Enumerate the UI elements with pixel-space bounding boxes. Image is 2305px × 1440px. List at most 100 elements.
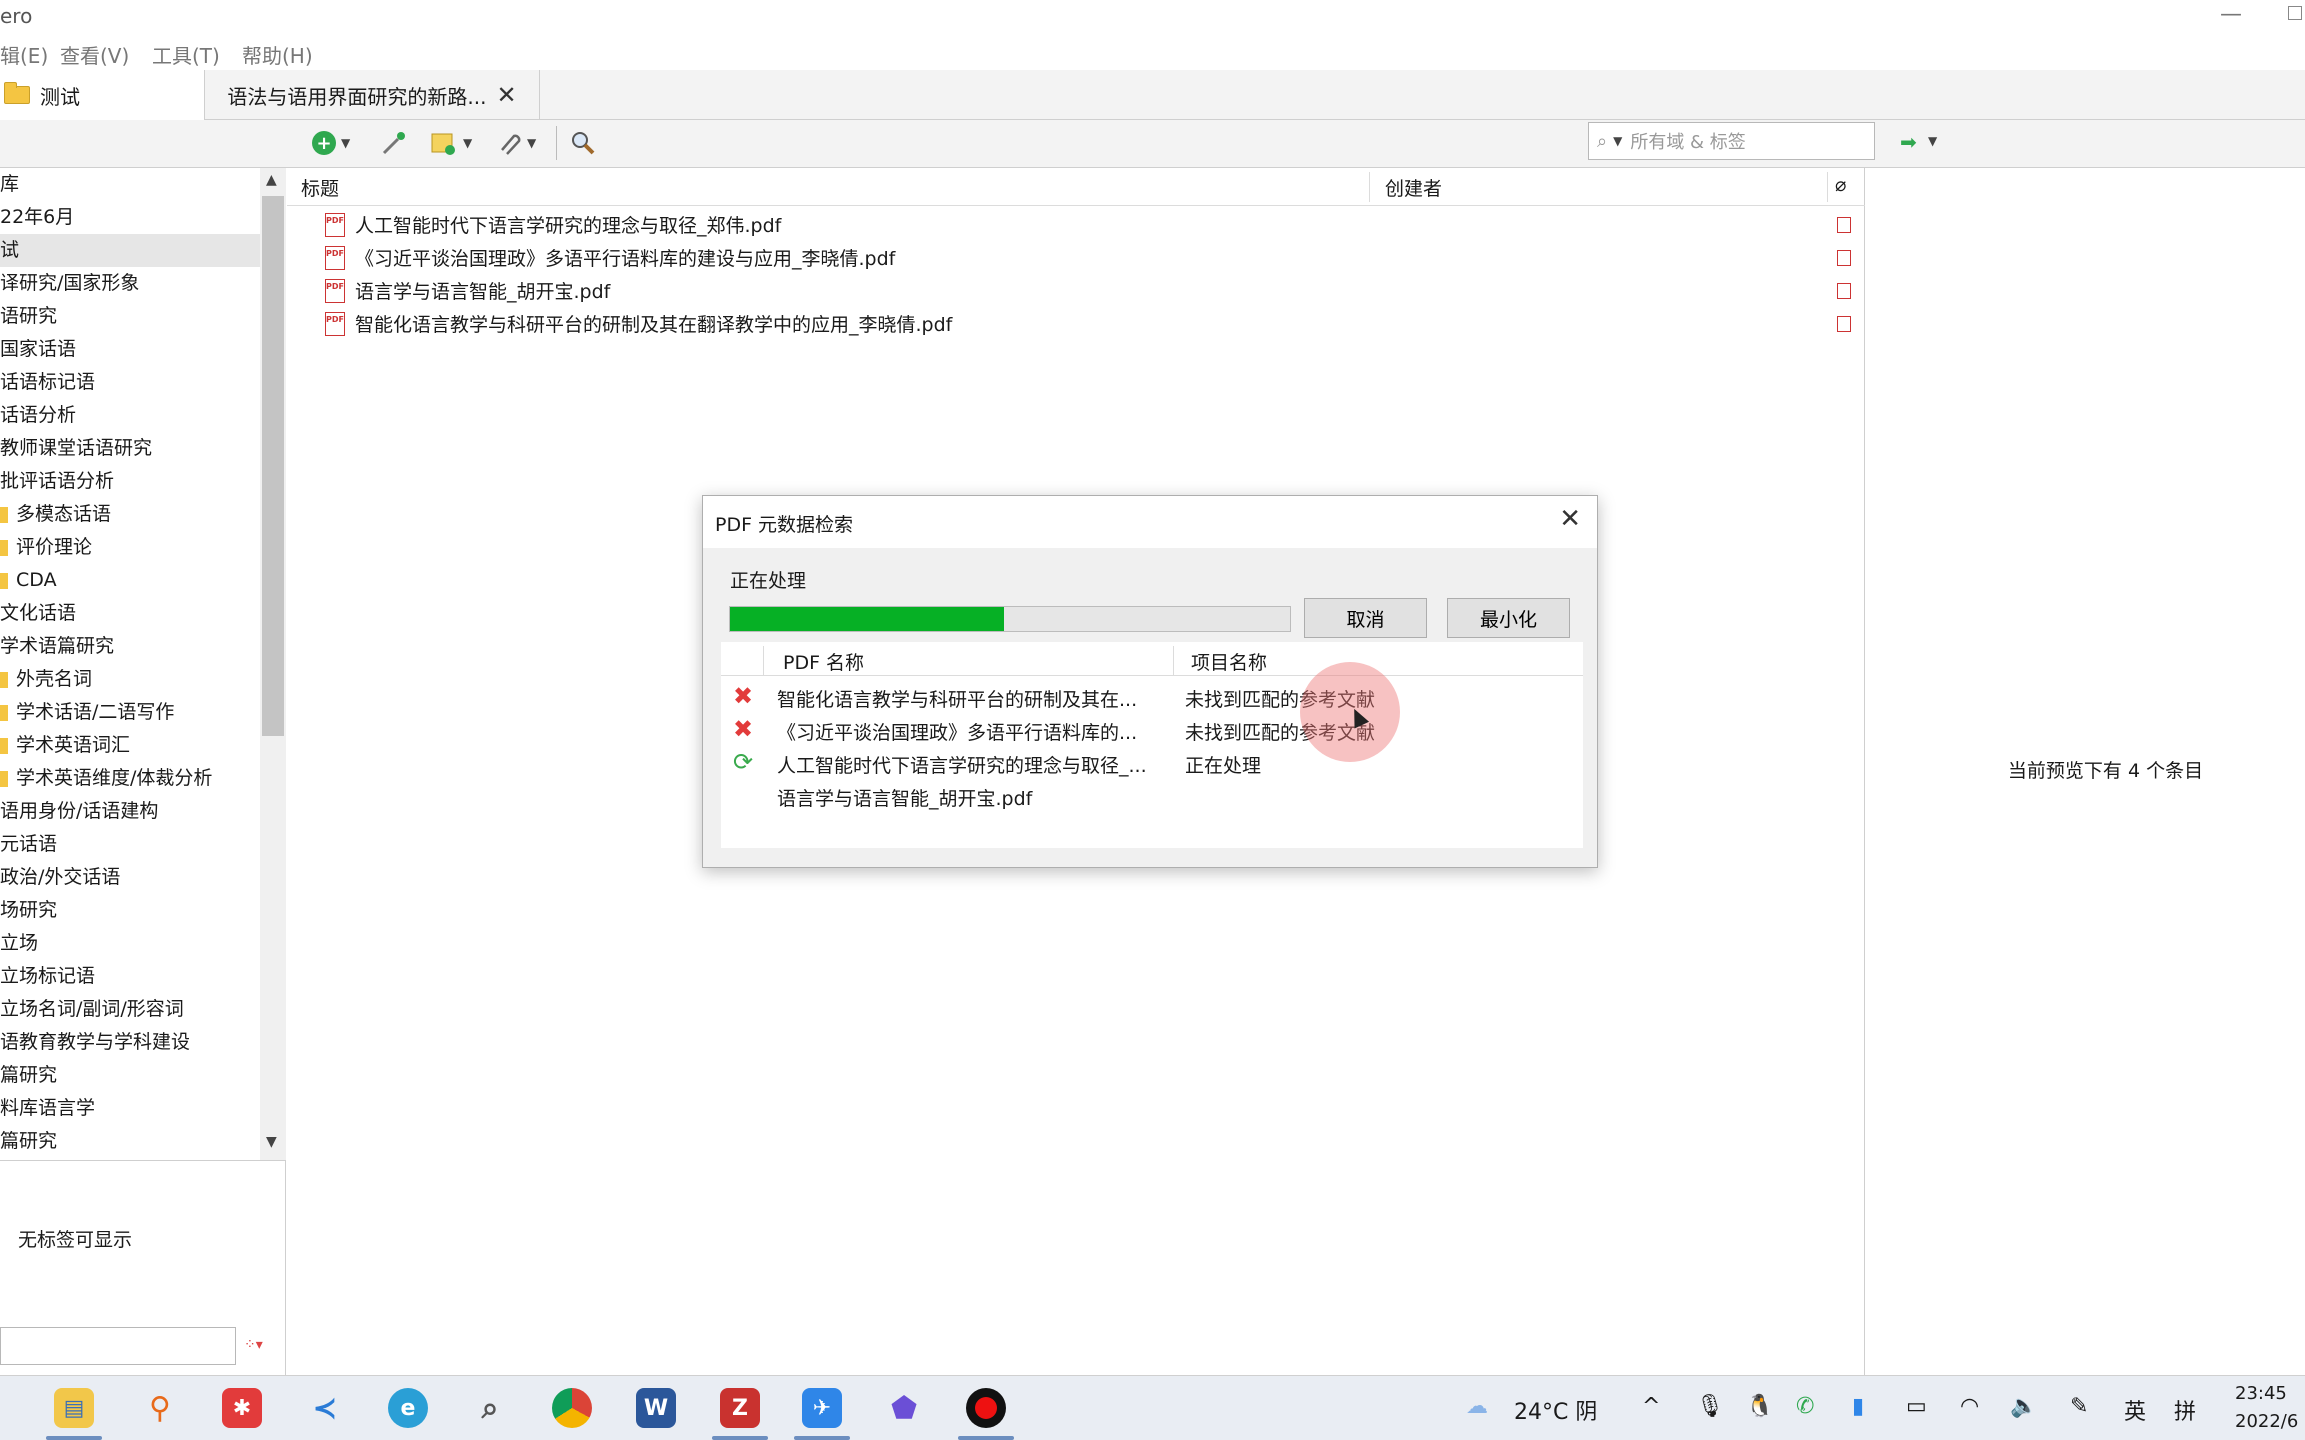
collection-item[interactable]: 话语标记语: [0, 366, 260, 399]
chevron-up-icon[interactable]: ^: [1642, 1394, 1660, 1419]
collection-item[interactable]: 政治/外交话语: [0, 861, 260, 894]
pdf-attachment-icon[interactable]: [1837, 282, 1851, 299]
collection-scrollbar[interactable]: ▲ ▼: [260, 168, 286, 1160]
column-divider[interactable]: [1369, 172, 1370, 202]
locate-arrow-icon[interactable]: ➡: [1900, 130, 1917, 154]
chevron-up-icon[interactable]: ▲: [266, 172, 277, 188]
pdf-attachment-icon[interactable]: [1837, 216, 1851, 233]
minimize-window-button[interactable]: —: [2220, 2, 2242, 27]
collection-item[interactable]: 多模态话语: [0, 498, 260, 531]
collection-item[interactable]: 篇研究: [0, 1125, 260, 1158]
collection-item[interactable]: 22年6月: [0, 201, 260, 234]
collection-item[interactable]: 料库语言学: [0, 1092, 260, 1125]
weather-text[interactable]: 24°C 阴: [1514, 1394, 1597, 1426]
collection-item[interactable]: 元话语: [0, 828, 260, 861]
app-tray-icon[interactable]: ▮: [1852, 1394, 1864, 1419]
collection-item[interactable]: 教师课堂话语研究: [0, 432, 260, 465]
scrollbar-thumb[interactable]: [262, 196, 284, 736]
collection-item[interactable]: 语用身份/话语建构: [0, 795, 260, 828]
edge-icon[interactable]: e: [388, 1388, 428, 1428]
chevron-down-icon[interactable]: ▼: [266, 1134, 277, 1150]
column-title[interactable]: 标题: [301, 174, 339, 201]
collection-item[interactable]: 批评话语分析: [0, 465, 260, 498]
minimize-button[interactable]: 最小化: [1447, 598, 1570, 638]
paperclip-icon[interactable]: ⌀: [1835, 174, 1846, 196]
collection-item[interactable]: 话语分析: [0, 399, 260, 432]
search-icon[interactable]: ⌕: [470, 1388, 510, 1428]
word-icon[interactable]: W: [636, 1388, 676, 1428]
collection-item[interactable]: 学术话语/二语写作: [0, 696, 260, 729]
search-input[interactable]: ⌕ ▼ 所有域 & 标签: [1588, 122, 1875, 160]
dialog-row[interactable]: ⟳ 人工智能时代下语言学研究的理念与取径_... 正在处理: [721, 746, 1583, 779]
tab-document[interactable]: 语法与语用界面研究的新路... ✕: [205, 70, 540, 120]
file-explorer-icon[interactable]: ▤: [54, 1388, 94, 1428]
collection-item[interactable]: 外壳名词: [0, 663, 260, 696]
qq-icon[interactable]: 🐧: [1746, 1394, 1773, 1419]
advanced-search-button[interactable]: [570, 128, 596, 158]
collection-item[interactable]: CDA: [0, 564, 260, 597]
cancel-button[interactable]: 取消: [1304, 598, 1427, 638]
menu-tools[interactable]: 工具(T): [152, 40, 220, 69]
vscode-icon[interactable]: ≺: [305, 1388, 345, 1428]
pdf-attachment-icon[interactable]: [1837, 249, 1851, 266]
tag-filter-input[interactable]: [0, 1327, 236, 1365]
add-attachment-button[interactable]: ▼: [496, 128, 536, 158]
volume-icon[interactable]: 🔈: [2010, 1394, 2037, 1419]
recorder-icon[interactable]: [966, 1388, 1006, 1428]
obsidian-icon[interactable]: ⬟: [884, 1388, 924, 1428]
clock[interactable]: 23:45 2022/6: [2235, 1380, 2298, 1436]
xmind-icon[interactable]: ✱: [222, 1388, 262, 1428]
close-icon[interactable]: ✕: [1559, 504, 1581, 534]
menu-edit[interactable]: 辑(E): [0, 40, 48, 69]
wechat-icon[interactable]: ✆: [1796, 1394, 1814, 1419]
new-item-button[interactable]: + ▼: [312, 128, 350, 158]
collection-item[interactable]: 立场名词/副词/形容词: [0, 993, 260, 1026]
item-row[interactable]: PDF 《习近平谈治国理政》多语平行语料库的建设与应用_李晓倩.pdf: [287, 241, 1865, 274]
collection-item[interactable]: 学术英语词汇: [0, 729, 260, 762]
column-creator[interactable]: 创建者: [1385, 174, 1442, 201]
collection-item[interactable]: 篇研究: [0, 1059, 260, 1092]
ime-mode[interactable]: 拼: [2174, 1394, 2196, 1426]
close-icon[interactable]: ✕: [496, 81, 516, 109]
new-note-button[interactable]: ▼: [430, 128, 472, 158]
tab-library[interactable]: 测试: [0, 70, 205, 121]
menu-help[interactable]: 帮助(H): [242, 40, 313, 69]
collection-item-selected[interactable]: 试: [0, 234, 260, 267]
search-tool-icon[interactable]: ⚲: [140, 1388, 180, 1428]
column-item-name[interactable]: 项目名称: [1191, 648, 1267, 675]
microphone-icon[interactable]: 🎙: [1696, 1394, 1724, 1419]
chevron-down-icon[interactable]: ▼: [1928, 134, 1937, 148]
column-pdf-name[interactable]: PDF 名称: [783, 648, 864, 675]
pen-icon[interactable]: ✎: [2070, 1394, 2088, 1419]
item-row[interactable]: PDF 语言学与语言智能_胡开宝.pdf: [287, 274, 1865, 307]
collection-item[interactable]: 立场: [0, 927, 260, 960]
collection-item[interactable]: 语教育教学与学科建设: [0, 1026, 260, 1059]
collection-item[interactable]: 文化话语: [0, 597, 260, 630]
collection-item[interactable]: 学术英语维度/体裁分析: [0, 762, 260, 795]
column-divider[interactable]: [1827, 172, 1828, 202]
dialog-row[interactable]: 语言学与语言智能_胡开宝.pdf: [721, 779, 1583, 812]
maximize-window-button[interactable]: [2288, 6, 2302, 20]
collection-item[interactable]: 语研究: [0, 300, 260, 333]
pdf-attachment-icon[interactable]: [1837, 315, 1851, 332]
ime-language[interactable]: 英: [2124, 1394, 2146, 1426]
menu-view[interactable]: 查看(V): [60, 40, 129, 69]
battery-icon[interactable]: ▭: [1906, 1394, 1927, 1419]
add-by-identifier-button[interactable]: [380, 128, 408, 158]
wifi-icon[interactable]: ◠: [1960, 1394, 1979, 1419]
feishu-icon[interactable]: ✈: [802, 1388, 842, 1428]
item-row[interactable]: PDF 人工智能时代下语言学研究的理念与取径_郑伟.pdf: [287, 208, 1865, 241]
collection-item[interactable]: 译研究/国家形象: [0, 267, 260, 300]
tag-actions-icon[interactable]: ⁘▾: [244, 1337, 263, 1353]
dialog-row[interactable]: ✖ 《习近平谈治国理政》多语平行语料库的... 未找到匹配的参考文献: [721, 713, 1583, 746]
collection-item[interactable]: 立场标记语: [0, 960, 260, 993]
search-mode-dropdown[interactable]: ▼: [1613, 134, 1622, 148]
zotero-icon[interactable]: Z: [720, 1388, 760, 1428]
collection-item[interactable]: 库: [0, 168, 260, 201]
collection-item[interactable]: 国家话语: [0, 333, 260, 366]
chrome-icon[interactable]: [552, 1388, 592, 1428]
collection-item[interactable]: 评价理论: [0, 531, 260, 564]
collection-item[interactable]: 学术语篇研究: [0, 630, 260, 663]
collection-item[interactable]: 场研究: [0, 894, 260, 927]
item-row[interactable]: PDF 智能化语言教学与科研平台的研制及其在翻译教学中的应用_李晓倩.pdf: [287, 307, 1865, 340]
